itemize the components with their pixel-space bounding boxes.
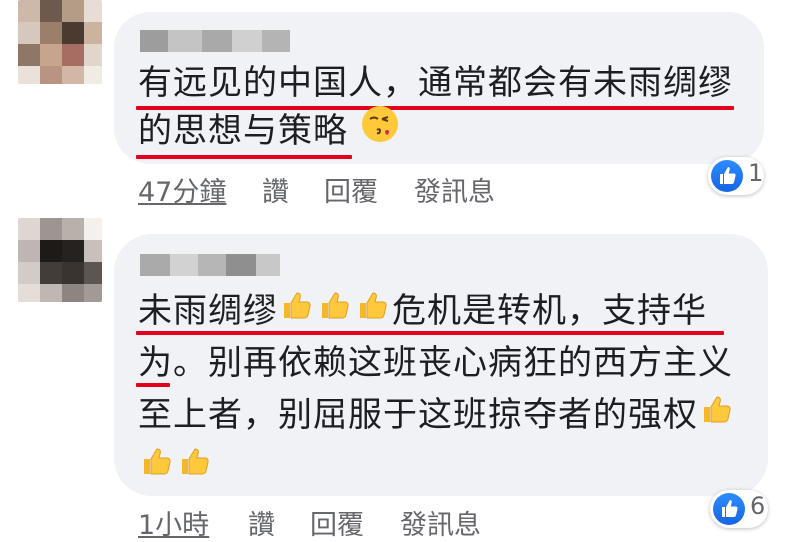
like-button[interactable]: 讚: [262, 170, 289, 209]
like-icon: [711, 160, 743, 192]
reaction-badge[interactable]: 6: [710, 490, 768, 528]
reaction-count: 1: [748, 159, 764, 187]
comment-actions: 47分鐘 讚 回覆 發訊息: [138, 170, 538, 208]
comment-text-line-2: 的思想与策略: [138, 102, 400, 162]
reaction-badge[interactable]: 1: [708, 157, 764, 195]
avatar[interactable]: [18, 218, 102, 302]
comment-text-line-2: 为。别再依赖这班丧心病狂的西方主义: [138, 343, 733, 383]
message-button[interactable]: 發訊息: [414, 170, 495, 209]
kissing-face-icon: [360, 104, 400, 162]
comment-text-line-3: 至上者，别屈服于这班掠夺者的强权: [138, 386, 736, 446]
reply-button[interactable]: 回覆: [324, 170, 378, 209]
timestamp-link[interactable]: 47分鐘: [138, 170, 226, 209]
message-button[interactable]: 發訊息: [400, 503, 481, 542]
reply-button[interactable]: 回覆: [310, 503, 364, 542]
like-button[interactable]: 讚: [248, 503, 275, 542]
comment-actions: 1小時 讚 回覆 發訊息: [138, 503, 538, 541]
comment-text-line-4: [138, 438, 214, 498]
comment-bubble: 有远见的中国人，通常都会有未雨绸缪 的思想与策略: [114, 12, 764, 164]
thumbs-up-icon: [138, 440, 176, 498]
blurred-author-name[interactable]: [140, 30, 290, 52]
timestamp-link[interactable]: 1小時: [138, 503, 209, 542]
like-icon: [713, 493, 745, 525]
red-underline: [136, 155, 352, 159]
thumbs-up-icon: [176, 440, 214, 498]
blurred-author-name[interactable]: [140, 254, 280, 276]
thumbs-up-icon: [698, 388, 736, 446]
comment-bubble: 未雨绸缪 危机是转机，支持华 为。别再依赖这班丧心病狂的西方主义 至上者，别屈服于…: [114, 234, 768, 496]
avatar[interactable]: [18, 0, 102, 84]
reaction-count: 6: [750, 492, 766, 520]
